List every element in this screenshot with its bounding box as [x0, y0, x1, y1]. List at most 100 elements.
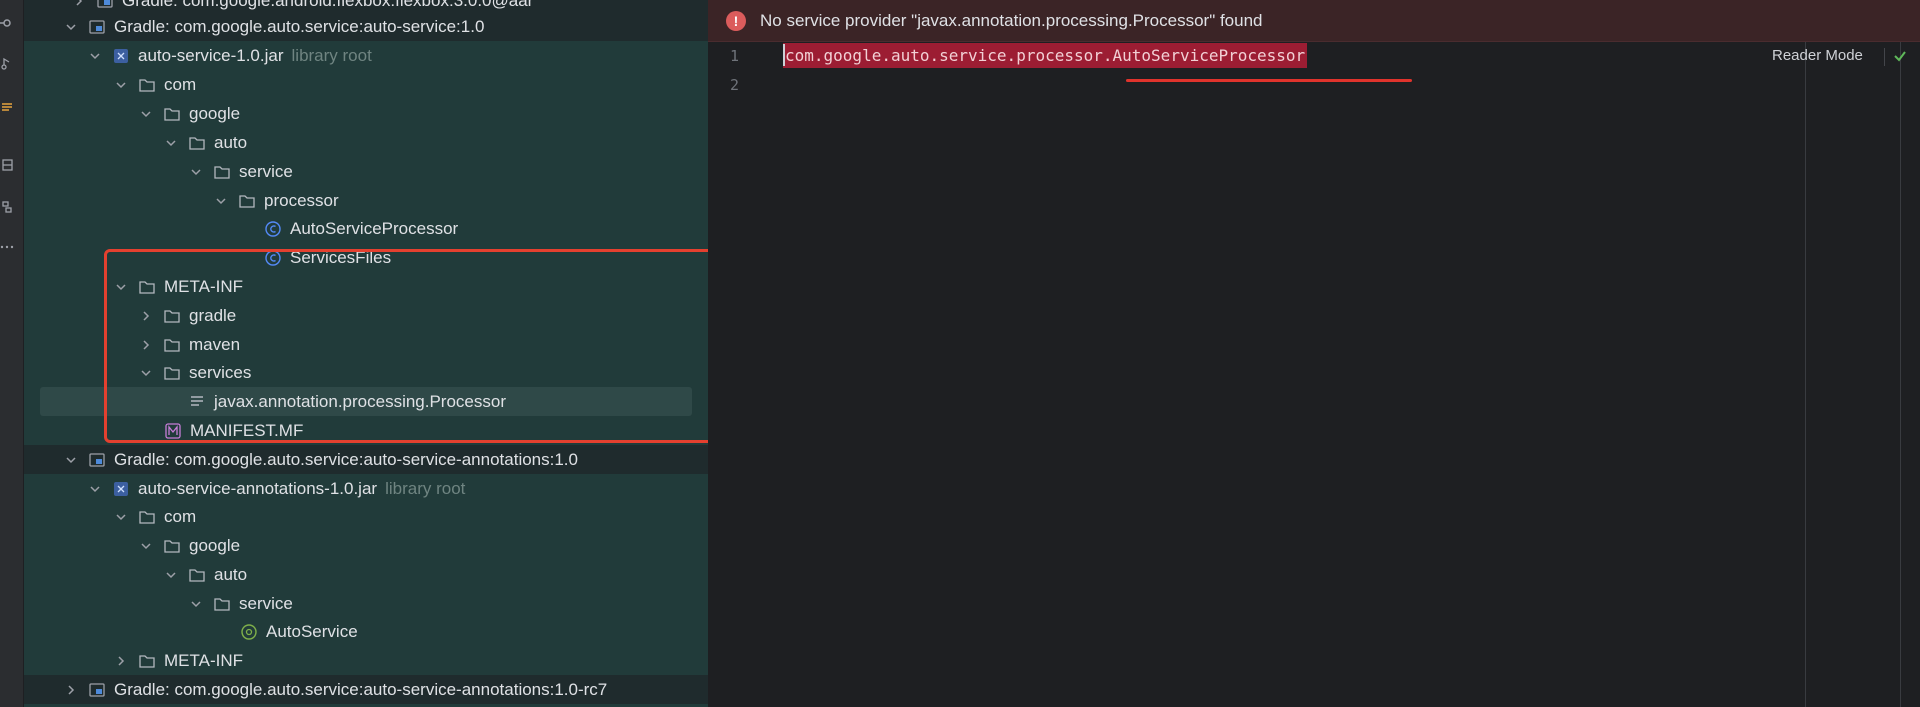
- tree-item-service[interactable]: service: [24, 157, 708, 186]
- chevron-right-icon[interactable]: [139, 309, 153, 323]
- tree-item-meta-inf[interactable]: META-INF: [24, 272, 708, 301]
- error-notification-banner: ! No service provider "javax.annotation.…: [708, 0, 1920, 42]
- tree-item-label: AutoServiceProcessor: [290, 218, 459, 238]
- chevron-down-icon[interactable]: [139, 366, 153, 380]
- chevron-down-icon[interactable]: [139, 107, 153, 121]
- line-number: 2: [730, 76, 740, 94]
- tree-item-auto-service-jar[interactable]: auto-service-1.0.jar library root: [24, 41, 708, 70]
- text-file-icon: [191, 395, 203, 406]
- tree-item-meta-inf[interactable]: META-INF: [24, 646, 708, 675]
- toolbar-divider: [1884, 48, 1885, 66]
- tree-item-gradle-folder[interactable]: gradle: [24, 301, 708, 330]
- pull-request-icon[interactable]: [0, 56, 14, 70]
- tree-item-label: ServicesFiles: [290, 247, 392, 267]
- tree-item-label: auto: [214, 564, 248, 584]
- tree-item-google[interactable]: google: [24, 531, 708, 560]
- tree-item-auto-service-annotations-jar[interactable]: auto-service-annotations-1.0.jar library…: [24, 474, 708, 503]
- tree-item-services-folder[interactable]: services: [24, 358, 708, 387]
- chevron-right-icon[interactable]: [114, 654, 128, 668]
- tree-item-maven-folder[interactable]: maven: [24, 330, 708, 359]
- structure-icon[interactable]: [0, 200, 14, 214]
- folder-icon: [214, 597, 230, 611]
- tree-item-com[interactable]: com: [24, 70, 708, 99]
- tree-item-auto[interactable]: auto: [24, 128, 708, 157]
- more-icon[interactable]: [0, 240, 14, 254]
- library-icon: [89, 682, 105, 697]
- library-root-hint: library root: [291, 45, 372, 65]
- chevron-down-icon[interactable]: [189, 597, 203, 611]
- tree-item-label: maven: [189, 334, 241, 354]
- reader-mode-button[interactable]: Reader Mode: [1772, 47, 1863, 64]
- tree-item-google[interactable]: google: [24, 99, 708, 128]
- tree-item-label: services: [189, 362, 252, 382]
- tree-item-label: MANIFEST.MF: [190, 420, 304, 440]
- tree-item-autoservice[interactable]: AutoService: [24, 617, 708, 646]
- library-root-hint: library root: [385, 478, 466, 498]
- library-icon: [97, 0, 113, 8]
- tree-item-gradle-auto-service[interactable]: Gradle: com.google.auto.service:auto-ser…: [24, 12, 708, 41]
- text-caret: [783, 44, 785, 66]
- chevron-down-icon[interactable]: [164, 568, 178, 582]
- chevron-down-icon[interactable]: [114, 510, 128, 524]
- tree-item-processor[interactable]: processor: [24, 186, 708, 215]
- chevron-right-icon[interactable]: [139, 338, 153, 352]
- check-icon[interactable]: [1892, 48, 1908, 64]
- library-icon: [89, 19, 105, 34]
- code-line[interactable]: com.google.auto.service.processor.AutoSe…: [783, 43, 1308, 68]
- tree-item-label: com: [164, 74, 197, 94]
- folder-icon: [164, 338, 180, 352]
- banner-text: No service provider "javax.annotation.pr…: [760, 10, 1263, 30]
- database-icon[interactable]: [0, 158, 14, 172]
- folder-icon: [239, 194, 255, 208]
- chevron-down-icon[interactable]: [214, 194, 228, 208]
- tree-item-label: META-INF: [164, 276, 244, 296]
- chevron-down-icon[interactable]: [64, 453, 78, 467]
- tree-item-label: auto-service-1.0.jar: [138, 45, 284, 65]
- chevron-down-icon[interactable]: [114, 78, 128, 92]
- chevron-down-icon[interactable]: [114, 280, 128, 294]
- line-gutter[interactable]: 1 2: [708, 42, 778, 707]
- activity-strip: [0, 0, 24, 707]
- right-margin-guide: [1805, 42, 1806, 707]
- tree-item-label: Gradle: com.google.auto.service:auto-ser…: [114, 16, 485, 36]
- tree-item-label: Gradle: com.google.auto.service:auto-ser…: [114, 679, 608, 699]
- chevron-down-icon[interactable]: [139, 539, 153, 553]
- tree-item-label: com: [164, 506, 197, 526]
- tree-item-label: google: [189, 535, 241, 555]
- tree-item-label: META-INF: [164, 650, 244, 670]
- tree-item-servicesfiles[interactable]: ServicesFiles: [24, 243, 708, 272]
- folder-icon: [139, 654, 155, 668]
- folder-icon: [139, 78, 155, 92]
- tree-item-autoserviceprocessor[interactable]: AutoServiceProcessor: [24, 214, 708, 243]
- tree-item-gradle-auto-service-annotations-rc7[interactable]: Gradle: com.google.auto.service:auto-ser…: [24, 675, 708, 704]
- chevron-down-icon[interactable]: [64, 20, 78, 34]
- manifest-icon: [165, 422, 181, 439]
- error-underline: [1126, 79, 1412, 82]
- folder-icon: [164, 539, 180, 553]
- folder-icon: [139, 510, 155, 524]
- tree-item-processor-file[interactable]: javax.annotation.processing.Processor: [40, 387, 692, 416]
- tree-item-com[interactable]: com: [24, 502, 708, 531]
- chevron-right-icon[interactable]: [72, 0, 86, 8]
- tree-item-gradle-auto-service-annotations[interactable]: Gradle: com.google.auto.service:auto-ser…: [24, 445, 708, 474]
- editor[interactable]: ! No service provider "javax.annotation.…: [708, 0, 1920, 707]
- commit-icon[interactable]: [0, 16, 14, 30]
- tree-item-label: javax.annotation.processing.Processor: [214, 391, 506, 411]
- folder-icon: [189, 136, 205, 150]
- tree-item-manifest[interactable]: MANIFEST.MF: [24, 416, 708, 445]
- tree-item-service[interactable]: service: [24, 589, 708, 618]
- folder-icon: [189, 568, 205, 582]
- tree-item-auto[interactable]: auto: [24, 560, 708, 589]
- chevron-down-icon[interactable]: [88, 482, 102, 496]
- class-icon: [265, 220, 281, 237]
- folder-icon: [139, 280, 155, 294]
- tree-item-label: Gradle: com.google.android.flexbox:flexb…: [122, 0, 534, 10]
- tree-item-label: auto: [214, 132, 248, 152]
- right-margin-guide: [1900, 42, 1901, 707]
- chevron-right-icon[interactable]: [64, 683, 78, 697]
- chevron-down-icon[interactable]: [164, 136, 178, 150]
- build-variants-icon[interactable]: [0, 100, 14, 114]
- chevron-down-icon[interactable]: [88, 49, 102, 63]
- chevron-down-icon[interactable]: [189, 165, 203, 179]
- folder-icon: [214, 165, 230, 179]
